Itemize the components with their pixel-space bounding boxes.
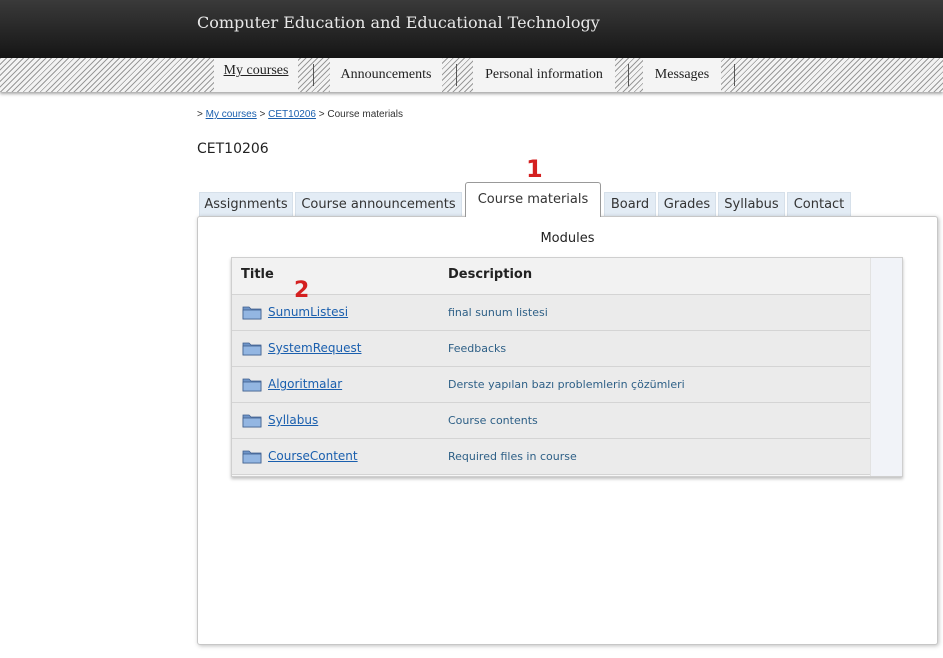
table-row[interactable]: CourseContent Required files in course <box>232 439 870 475</box>
table-row[interactable]: Algoritmalar Derste yapılan bazı problem… <box>232 367 870 403</box>
table-row[interactable]: SunumListesi final sunum listesi <box>232 295 870 331</box>
module-title-link[interactable]: Algoritmalar <box>268 377 342 391</box>
column-header-description[interactable]: Description <box>448 267 532 282</box>
site-title: Computer Education and Educational Techn… <box>197 13 600 32</box>
table-row[interactable]: Syllabus Course contents <box>232 403 870 439</box>
tab-board[interactable]: Board <box>604 192 656 217</box>
module-description: Course contents <box>448 414 538 427</box>
tab-assignments[interactable]: Assignments <box>199 192 293 217</box>
module-description: Feedbacks <box>448 342 507 355</box>
folder-icon <box>242 414 262 428</box>
module-description: Required files in course <box>448 450 577 463</box>
nav-divider <box>456 64 457 86</box>
table-scrollbar[interactable] <box>870 258 902 476</box>
breadcrumb-current: Course materials <box>327 109 403 120</box>
module-title-link[interactable]: CourseContent <box>268 449 358 463</box>
modules-heading: Modules <box>540 231 595 246</box>
modules-table: Title Description SunumListesi final sun… <box>231 257 903 477</box>
nav-personal-information[interactable]: Personal information <box>473 58 615 92</box>
module-description: final sunum listesi <box>448 306 548 319</box>
breadcrumb: > My courses > CET10206 > Course materia… <box>197 109 403 120</box>
nav-divider <box>734 64 735 86</box>
breadcrumb-separator: > <box>318 109 325 120</box>
page-title: CET10206 <box>197 141 269 157</box>
nav-divider <box>313 64 314 86</box>
folder-icon <box>242 306 262 320</box>
breadcrumb-course-link[interactable]: CET10206 <box>268 109 316 120</box>
breadcrumb-separator: > <box>197 109 203 120</box>
site-header: Computer Education and Educational Techn… <box>0 0 943 58</box>
table-header: Title Description <box>232 258 870 295</box>
breadcrumb-separator: > <box>259 109 266 120</box>
table-row[interactable]: SystemRequest Feedbacks <box>232 331 870 367</box>
nav-my-courses[interactable]: My courses <box>214 58 298 92</box>
module-title-link[interactable]: SystemRequest <box>268 341 362 355</box>
tab-syllabus[interactable]: Syllabus <box>718 192 785 217</box>
tab-course-announcements[interactable]: Course announcements <box>295 192 462 217</box>
annotation-marker-2: 2 <box>294 278 310 303</box>
folder-icon <box>242 342 262 356</box>
nav-divider <box>628 64 629 86</box>
folder-icon <box>242 378 262 392</box>
module-title-link[interactable]: SunumListesi <box>268 305 348 319</box>
tab-course-materials[interactable]: Course materials <box>465 182 601 217</box>
main-nav: My courses Announcements Personal inform… <box>0 58 943 92</box>
folder-icon <box>242 450 262 464</box>
module-title-link[interactable]: Syllabus <box>268 413 318 427</box>
annotation-marker-1: 1 <box>526 155 543 183</box>
module-description: Derste yapılan bazı problemlerin çözümle… <box>448 378 685 391</box>
tab-contact[interactable]: Contact <box>787 192 851 217</box>
nav-announcements[interactable]: Announcements <box>330 58 442 92</box>
column-header-title[interactable]: Title <box>241 267 274 282</box>
breadcrumb-my-courses-link[interactable]: My courses <box>206 109 257 120</box>
tab-grades[interactable]: Grades <box>658 192 716 217</box>
nav-messages[interactable]: Messages <box>643 58 721 92</box>
